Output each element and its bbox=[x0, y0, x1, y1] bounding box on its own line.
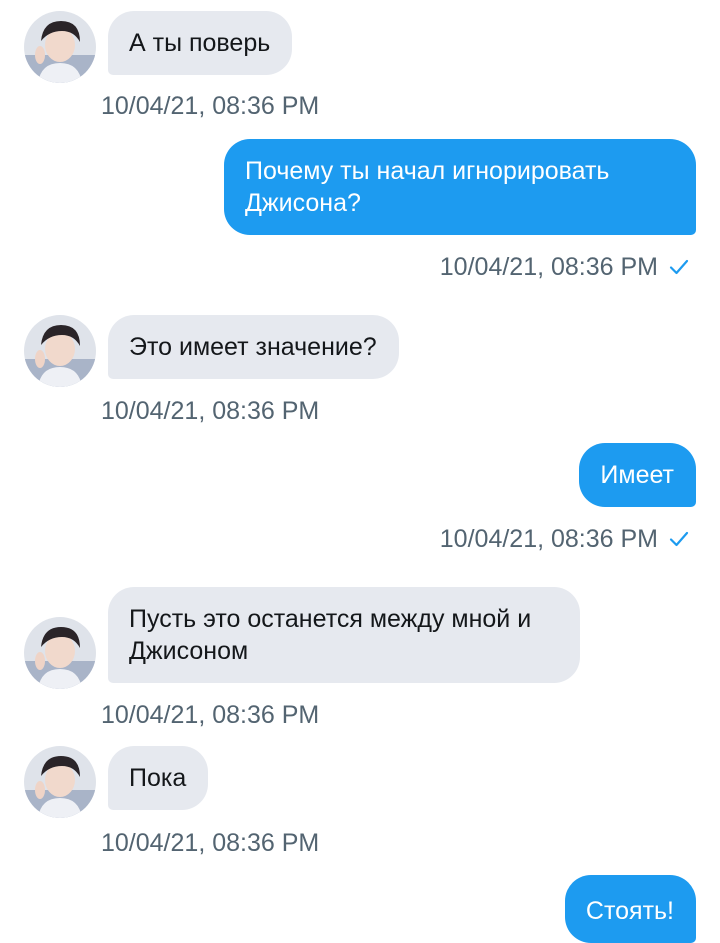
message-timestamp: 10/04/21, 08:36 PM bbox=[439, 253, 658, 281]
message-timestamp: 10/04/21, 08:36 PM bbox=[101, 829, 320, 857]
message-bubble-outgoing[interactable]: Почему ты начал игнорировать Джисона? bbox=[224, 139, 696, 235]
message-timestamp: 10/04/21, 08:36 PM bbox=[439, 525, 658, 553]
checkmark-icon bbox=[669, 531, 689, 547]
message-bubble-incoming[interactable]: Пусть это останется между мной и Джисоно… bbox=[108, 587, 580, 683]
contact-avatar[interactable] bbox=[24, 315, 96, 387]
message-bubble-outgoing[interactable]: Имеет bbox=[579, 443, 696, 507]
contact-avatar[interactable] bbox=[24, 746, 96, 818]
message-bubble-incoming[interactable]: Пока bbox=[108, 746, 209, 810]
message-timestamp: 10/04/21, 08:36 PM bbox=[101, 701, 320, 729]
message-bubble-incoming[interactable]: Это имеет значение? bbox=[108, 315, 399, 379]
message-bubble-outgoing[interactable]: Стоять! bbox=[564, 875, 696, 943]
message-bubble-incoming[interactable]: А ты поверь bbox=[108, 11, 293, 75]
contact-avatar[interactable] bbox=[24, 617, 96, 689]
contact-avatar[interactable] bbox=[24, 11, 96, 83]
message-timestamp: 10/04/21, 08:36 PM bbox=[101, 92, 320, 120]
message-timestamp: 10/04/21, 08:36 PM bbox=[101, 397, 320, 425]
checkmark-icon bbox=[669, 259, 689, 275]
